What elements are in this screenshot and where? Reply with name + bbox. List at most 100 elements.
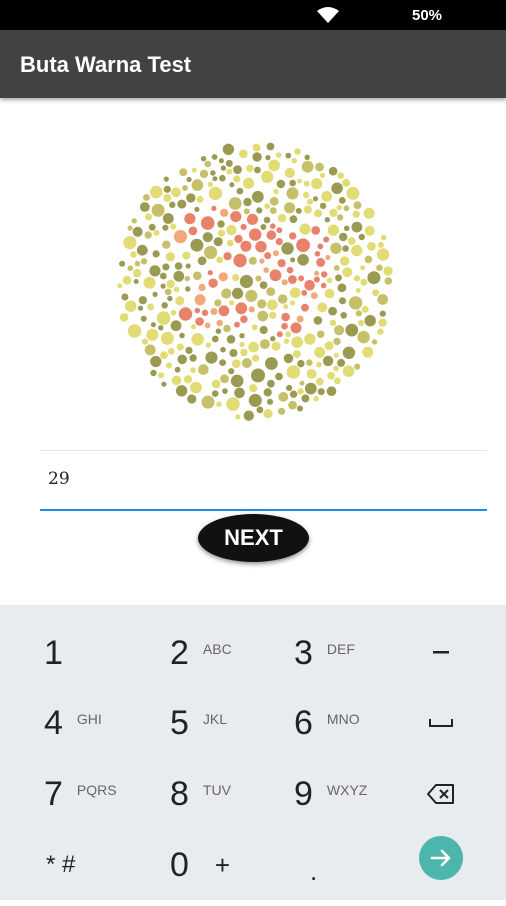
key-2[interactable]: 2 ABC [170,618,232,688]
plate-dot [260,224,267,230]
plate-dot [190,381,202,394]
plate-dot [167,347,175,355]
plate-dot [313,316,323,325]
plate-dot [284,167,295,178]
key-7[interactable]: 7 PQRS [44,759,117,829]
plate-dot [150,355,162,368]
plate-dot [190,238,204,252]
plate-dot [269,196,279,206]
key-8[interactable]: 8 TUV [170,759,231,829]
plate-dot [268,159,280,172]
plate-dot [321,271,328,278]
key-5[interactable]: 5 JKL [170,688,227,758]
plate-dot [289,215,298,224]
plate-dot [297,388,304,395]
plate-dot [330,242,342,254]
plate-dot [319,172,326,178]
plate-dot [160,331,174,345]
answer-value[interactable]: 29 [48,469,70,489]
period-key[interactable]: . [310,836,317,906]
app-bar: Buta Warna Test [0,30,506,98]
plate-dot [324,341,334,351]
backspace-key[interactable] [421,774,461,814]
plate-dot [360,265,366,271]
plate-dot [234,234,243,244]
app-title: Buta Warna Test [20,52,192,77]
plate-dot [170,223,177,230]
plate-dot [331,182,343,195]
star-hash-key[interactable]: * # [46,830,75,900]
plate-dot [347,237,356,245]
plate-dot [160,351,168,359]
plate-dot [211,205,217,211]
key-4[interactable]: 4 GHI [44,688,102,758]
plate-dot [288,400,297,410]
plate-dot [271,341,281,351]
plate-dot [259,325,268,335]
plate-dot [233,175,241,183]
plate-dot [257,299,267,309]
plate-dot [217,220,225,228]
plate-dot [313,196,318,202]
plate-dot [241,358,252,368]
plate-dot [314,209,323,218]
plate-dot [254,166,261,174]
plate-dot [338,197,346,204]
plate-dot [340,312,347,319]
plate-dot [117,283,123,289]
plate-dot [121,293,129,301]
plate-dot [119,313,129,322]
plate-dot [171,187,181,198]
plate-dot [223,252,232,261]
plate-dot [228,368,235,375]
key-9[interactable]: 9 WXYZ [294,759,367,829]
plate-dot [150,185,163,199]
plate-dot [334,325,345,336]
minus-key[interactable] [421,633,461,673]
plate-dot [175,296,185,306]
plate-dot [296,315,304,323]
plate-dot [188,226,198,236]
plate-dot [201,395,215,409]
plate-dot [239,149,248,159]
plate-dot [313,276,320,283]
plate-dot [210,170,216,176]
plate-dot [304,154,310,160]
key-0[interactable]: 0 + [170,830,230,900]
plate-dot [143,276,156,289]
plate-dot [289,232,297,240]
plate-dot [246,213,259,225]
plate-dot [289,390,298,398]
key-3[interactable]: 3 DEF [294,618,355,688]
plate-dot [283,338,290,344]
answer-field[interactable]: 29 [40,450,487,511]
plate-dot [251,368,265,383]
plate-dot [159,272,167,280]
plate-dot [226,224,237,236]
plate-dot [286,266,294,274]
space-key[interactable] [421,703,461,743]
plate-dot [302,191,310,199]
plate-dot [303,180,310,187]
plate-dot [191,167,197,173]
plate-dot [221,288,232,299]
plate-dot [328,166,338,176]
plate-dot [362,346,374,358]
plate-dot [317,302,328,313]
plate-dot [326,277,333,284]
plate-dot [198,364,209,375]
plate-dot [187,394,197,404]
plate-dot [136,244,148,256]
go-button[interactable] [419,836,463,880]
key-1[interactable]: 1 [44,618,63,688]
plate-dot [140,315,147,322]
plate-dot [290,257,296,263]
next-button[interactable]: NEXT [198,514,309,562]
plate-dot [191,324,196,330]
plate-dot [189,354,197,362]
plate-dot [179,168,188,177]
plate-dot [304,333,316,345]
key-6[interactable]: 6 MNO [294,688,360,758]
plate-dot [163,185,171,193]
plate-dot [162,224,169,231]
